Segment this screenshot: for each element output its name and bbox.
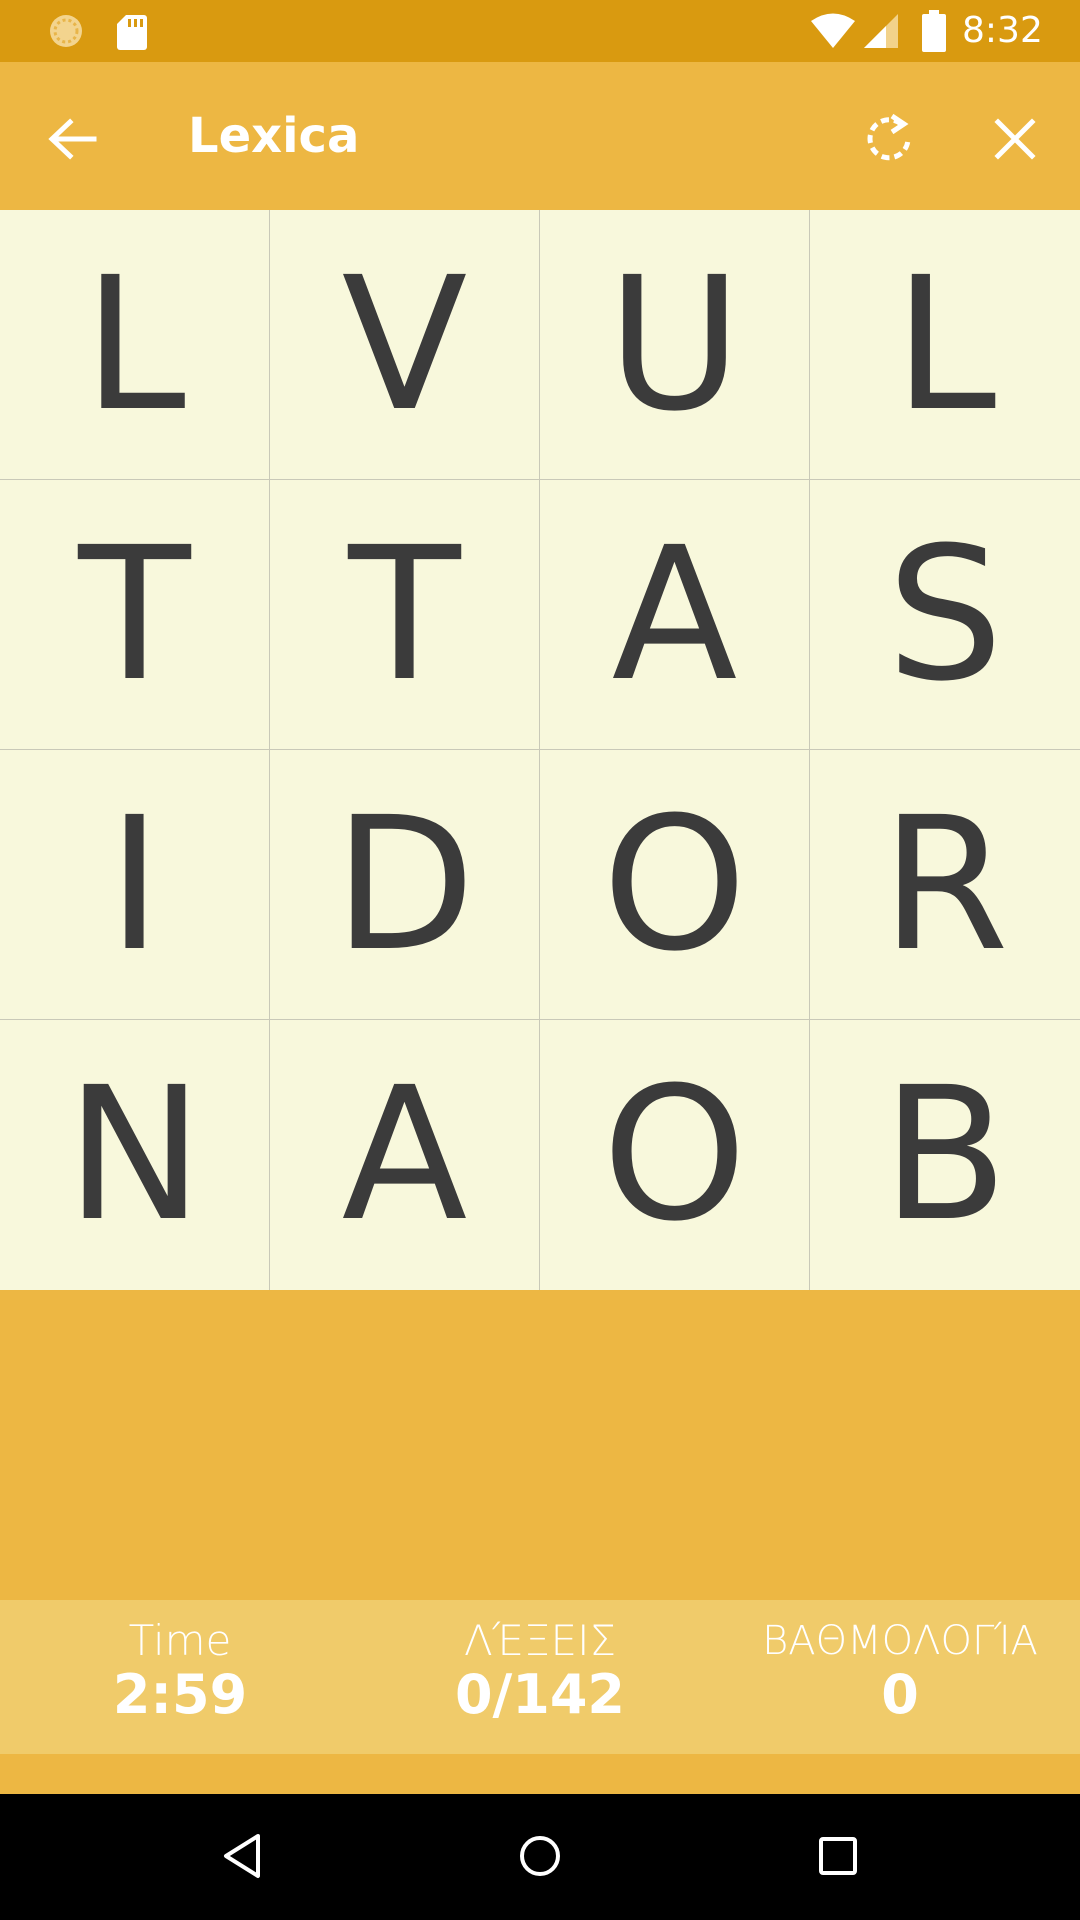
status-bar: 8:32 [0, 0, 1080, 62]
words-label: ΛΈΞΕΙΣ [463, 1616, 617, 1665]
letter-tile[interactable]: U [540, 210, 810, 480]
refresh-icon[interactable] [852, 102, 926, 176]
time-value: 2:59 [112, 1663, 248, 1726]
status-time: 8:32 [962, 10, 1043, 51]
score-label: ΒΑΘΜΟΛΟΓΊΑ [762, 1618, 1038, 1664]
letter-tile[interactable]: T [0, 480, 270, 750]
letter-tile[interactable]: V [270, 210, 540, 480]
nav-back-icon[interactable] [212, 1826, 272, 1886]
letter-tile[interactable]: N [0, 1020, 270, 1290]
letter-tile[interactable]: D [270, 750, 540, 1020]
found-words-area [0, 1290, 1080, 1600]
letter-board: L V U L T T A S I D O R N A O B [0, 210, 1080, 1290]
nav-home-icon[interactable] [510, 1826, 570, 1886]
letter-tile[interactable]: T [270, 480, 540, 750]
letter-tile[interactable]: O [540, 1020, 810, 1290]
words-value: 0/142 [454, 1663, 625, 1726]
back-arrow-icon[interactable] [36, 102, 110, 176]
letter-tile[interactable]: L [0, 210, 270, 480]
words-stat: ΛΈΞΕΙΣ 0/142 [390, 1616, 690, 1724]
score-value: 0 [881, 1663, 919, 1726]
score-stat: ΒΑΘΜΟΛΟΓΊΑ 0 [750, 1616, 1050, 1724]
time-stat: Time 2:59 [30, 1616, 330, 1724]
letter-tile[interactable]: A [270, 1020, 540, 1290]
letter-tile[interactable]: B [810, 1020, 1080, 1290]
navigation-bar [0, 1794, 1080, 1920]
time-label: Time [128, 1616, 232, 1665]
close-icon[interactable] [978, 102, 1052, 176]
letter-tile[interactable]: R [810, 750, 1080, 1020]
letter-tile[interactable]: S [810, 480, 1080, 750]
stats-bar: Time 2:59 ΛΈΞΕΙΣ 0/142 ΒΑΘΜΟΛΟΓΊΑ 0 [0, 1600, 1080, 1754]
nav-recents-icon[interactable] [808, 1826, 868, 1886]
sync-icon [50, 15, 82, 47]
wifi-icon [811, 13, 855, 48]
sd-card-icon [117, 15, 147, 50]
signal-icon [864, 14, 898, 48]
battery-icon [922, 10, 946, 52]
letter-tile[interactable]: O [540, 750, 810, 1020]
footer-strip [0, 1754, 1080, 1794]
letter-tile[interactable]: I [0, 750, 270, 1020]
page-title: Lexica [188, 108, 360, 164]
letter-tile[interactable]: A [540, 480, 810, 750]
app-bar: Lexica [0, 62, 1080, 210]
letter-tile[interactable]: L [810, 210, 1080, 480]
